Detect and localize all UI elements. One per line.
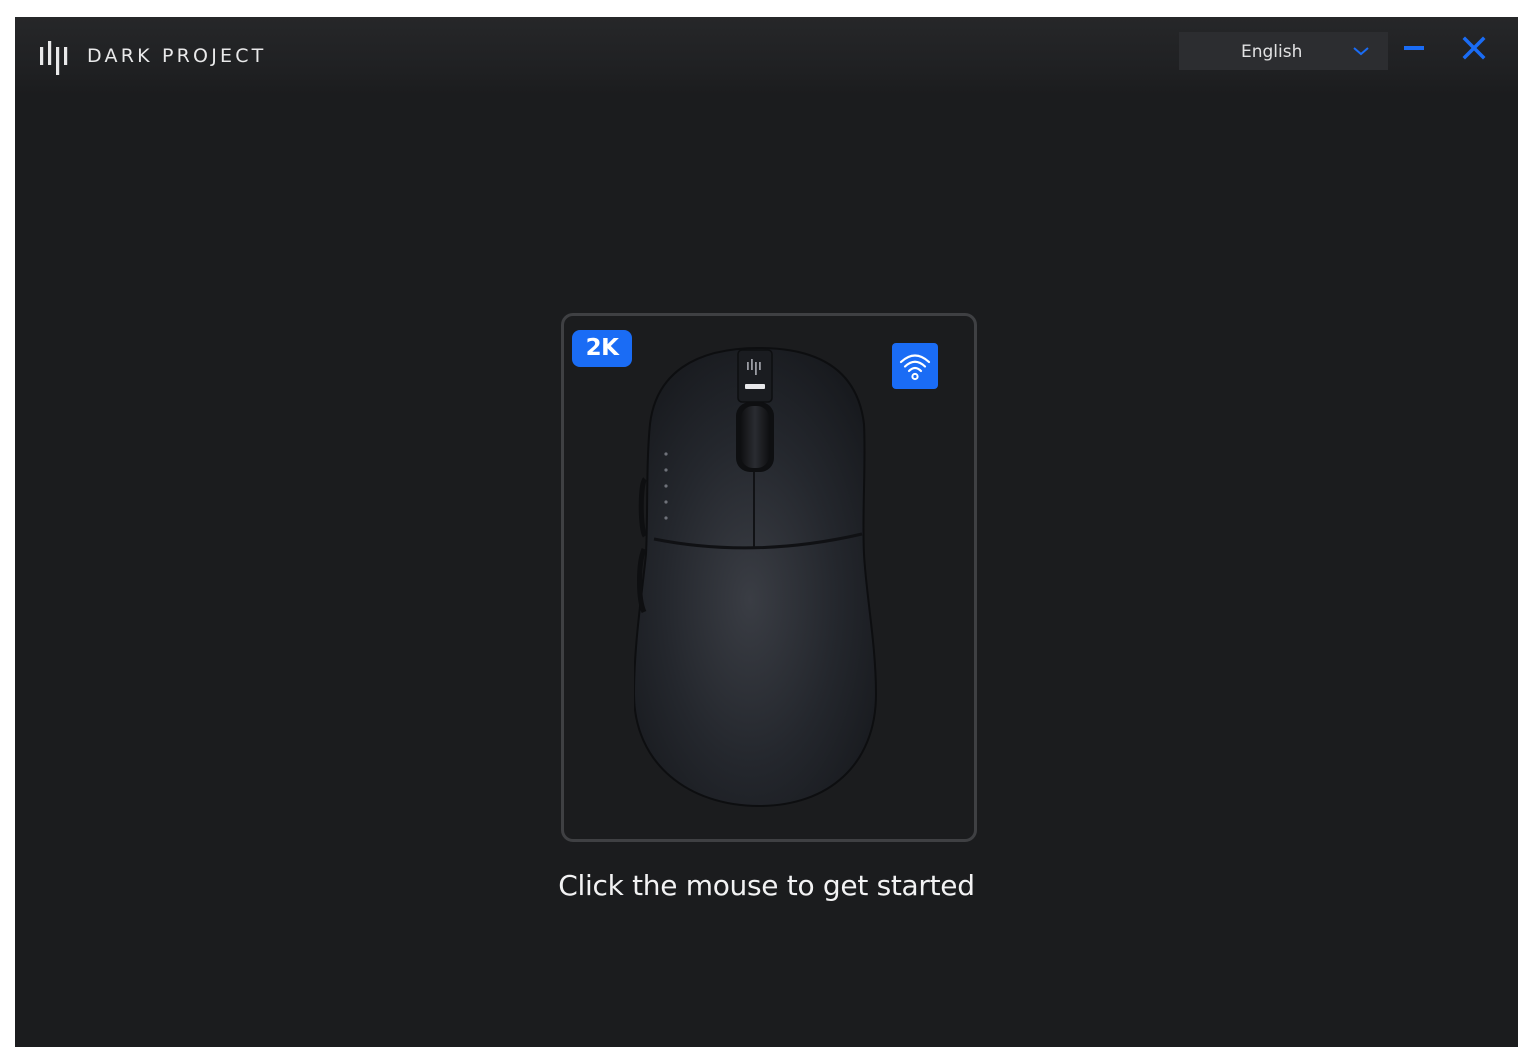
device-card[interactable]: 2K <box>561 313 977 842</box>
mouse-image[interactable] <box>634 344 884 809</box>
language-select[interactable]: English <box>1179 32 1388 70</box>
get-started-prompt: Click the mouse to get started <box>558 869 975 902</box>
close-button[interactable] <box>1460 34 1488 62</box>
title-bar[interactable]: DARK PROJECT English <box>15 17 1518 95</box>
wireless-badge <box>892 343 938 389</box>
polling-rate-badge: 2K <box>572 330 632 367</box>
app-window: DARK PROJECT English 2K Click the mouse … <box>15 17 1518 1047</box>
minimize-button[interactable] <box>1401 35 1427 61</box>
chevron-down-icon <box>1353 47 1369 56</box>
language-select-value: English <box>1241 42 1303 62</box>
brand-logo: DARK PROJECT <box>39 37 267 75</box>
brand-logo-icon <box>40 41 68 75</box>
wifi-icon <box>899 354 931 381</box>
brand-name: DARK PROJECT <box>87 45 267 67</box>
